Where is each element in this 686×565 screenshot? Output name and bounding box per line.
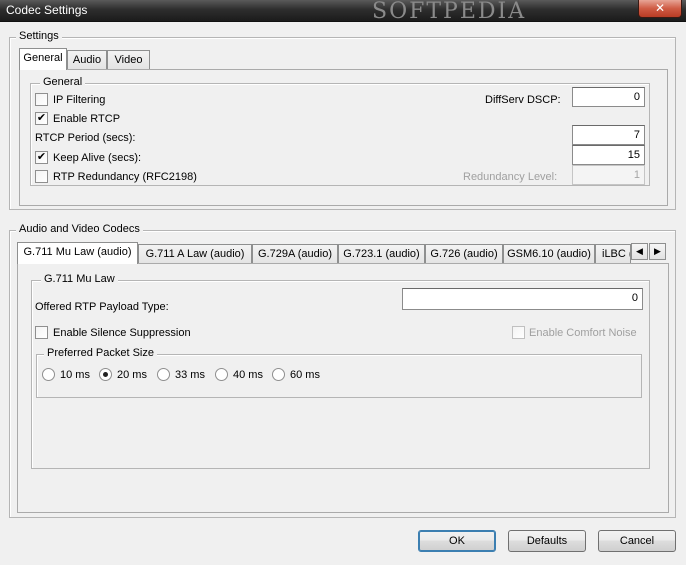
- tab-general[interactable]: General: [19, 48, 67, 70]
- packet-size-40ms-radio[interactable]: [215, 368, 228, 381]
- packet-size-10ms-label: 10 ms: [60, 369, 90, 381]
- tab-g711-a-law[interactable]: G.711 A Law (audio): [138, 244, 252, 264]
- tab-scroll-left-button[interactable]: ◀: [631, 243, 648, 260]
- tab-g726[interactable]: G.726 (audio): [425, 244, 503, 264]
- tab-ilbc[interactable]: iLBC (a: [595, 244, 631, 264]
- enable-rtcp-checkbox[interactable]: ✔: [35, 112, 48, 125]
- settings-group-label: Settings: [16, 30, 62, 42]
- packet-size-60ms-radio[interactable]: [272, 368, 285, 381]
- close-icon: ✕: [654, 1, 666, 15]
- keep-alive-label: Keep Alive (secs):: [53, 152, 142, 164]
- rtp-redundancy-label: RTP Redundancy (RFC2198): [53, 171, 197, 183]
- comfort-noise-checkbox: [512, 326, 525, 339]
- watermark-logo: SOFTPEDIA: [372, 0, 527, 24]
- redundancy-level-label: Redundancy Level:: [463, 171, 558, 183]
- rtcp-period-input[interactable]: 7: [572, 125, 645, 145]
- tab-gsm610[interactable]: GSM6.10 (audio): [503, 244, 595, 264]
- payload-type-input[interactable]: 0: [402, 288, 643, 310]
- silence-suppression-label: Enable Silence Suppression: [53, 327, 191, 339]
- title-bar[interactable]: Codec Settings SOFTPEDIA ✕: [0, 0, 686, 24]
- redundancy-level-input: 1: [572, 165, 645, 185]
- packet-size-20ms-label: 20 ms: [117, 369, 147, 381]
- codecs-group-label: Audio and Video Codecs: [16, 223, 143, 235]
- enable-rtcp-label: Enable RTCP: [53, 113, 121, 125]
- keep-alive-checkbox[interactable]: ✔: [35, 151, 48, 164]
- tab-scroll-right-button[interactable]: ▶: [649, 243, 666, 260]
- packet-size-40ms-label: 40 ms: [233, 369, 263, 381]
- diffserv-dscp-label: DiffServ DSCP:: [485, 94, 561, 106]
- ip-filtering-label: IP Filtering: [53, 94, 106, 106]
- ip-filtering-checkbox[interactable]: [35, 93, 48, 106]
- tab-video[interactable]: Video: [107, 50, 150, 70]
- defaults-button[interactable]: Defaults: [508, 530, 586, 552]
- tab-g711-mu-law[interactable]: G.711 Mu Law (audio): [17, 242, 138, 264]
- cancel-button[interactable]: Cancel: [598, 530, 676, 552]
- g711-mu-law-group-label: G.711 Mu Law: [41, 273, 118, 285]
- keep-alive-input[interactable]: 15: [572, 145, 645, 165]
- tab-audio[interactable]: Audio: [67, 50, 107, 70]
- diffserv-dscp-input[interactable]: 0: [572, 87, 645, 107]
- close-button[interactable]: ✕: [638, 0, 682, 18]
- window-title: Codec Settings: [6, 3, 88, 17]
- rtp-redundancy-checkbox[interactable]: [35, 170, 48, 183]
- packet-size-20ms-radio[interactable]: [99, 368, 112, 381]
- ok-button[interactable]: OK: [418, 530, 496, 552]
- silence-suppression-checkbox[interactable]: [35, 326, 48, 339]
- packet-size-group-label: Preferred Packet Size: [44, 347, 157, 359]
- radio-selected-dot: [103, 372, 108, 377]
- packet-size-10ms-radio[interactable]: [42, 368, 55, 381]
- tab-g729a[interactable]: G.729A (audio): [252, 244, 338, 264]
- chevron-left-icon: ◀: [636, 246, 643, 256]
- general-group-label: General: [40, 76, 86, 88]
- packet-size-33ms-label: 33 ms: [175, 369, 205, 381]
- chevron-right-icon: ▶: [654, 246, 661, 256]
- comfort-noise-label: Enable Comfort Noise: [529, 327, 637, 339]
- packet-size-60ms-label: 60 ms: [290, 369, 320, 381]
- packet-size-33ms-radio[interactable]: [157, 368, 170, 381]
- tab-g723-1[interactable]: G.723.1 (audio): [338, 244, 425, 264]
- rtcp-period-label: RTCP Period (secs):: [35, 132, 136, 144]
- payload-type-label: Offered RTP Payload Type:: [35, 301, 169, 313]
